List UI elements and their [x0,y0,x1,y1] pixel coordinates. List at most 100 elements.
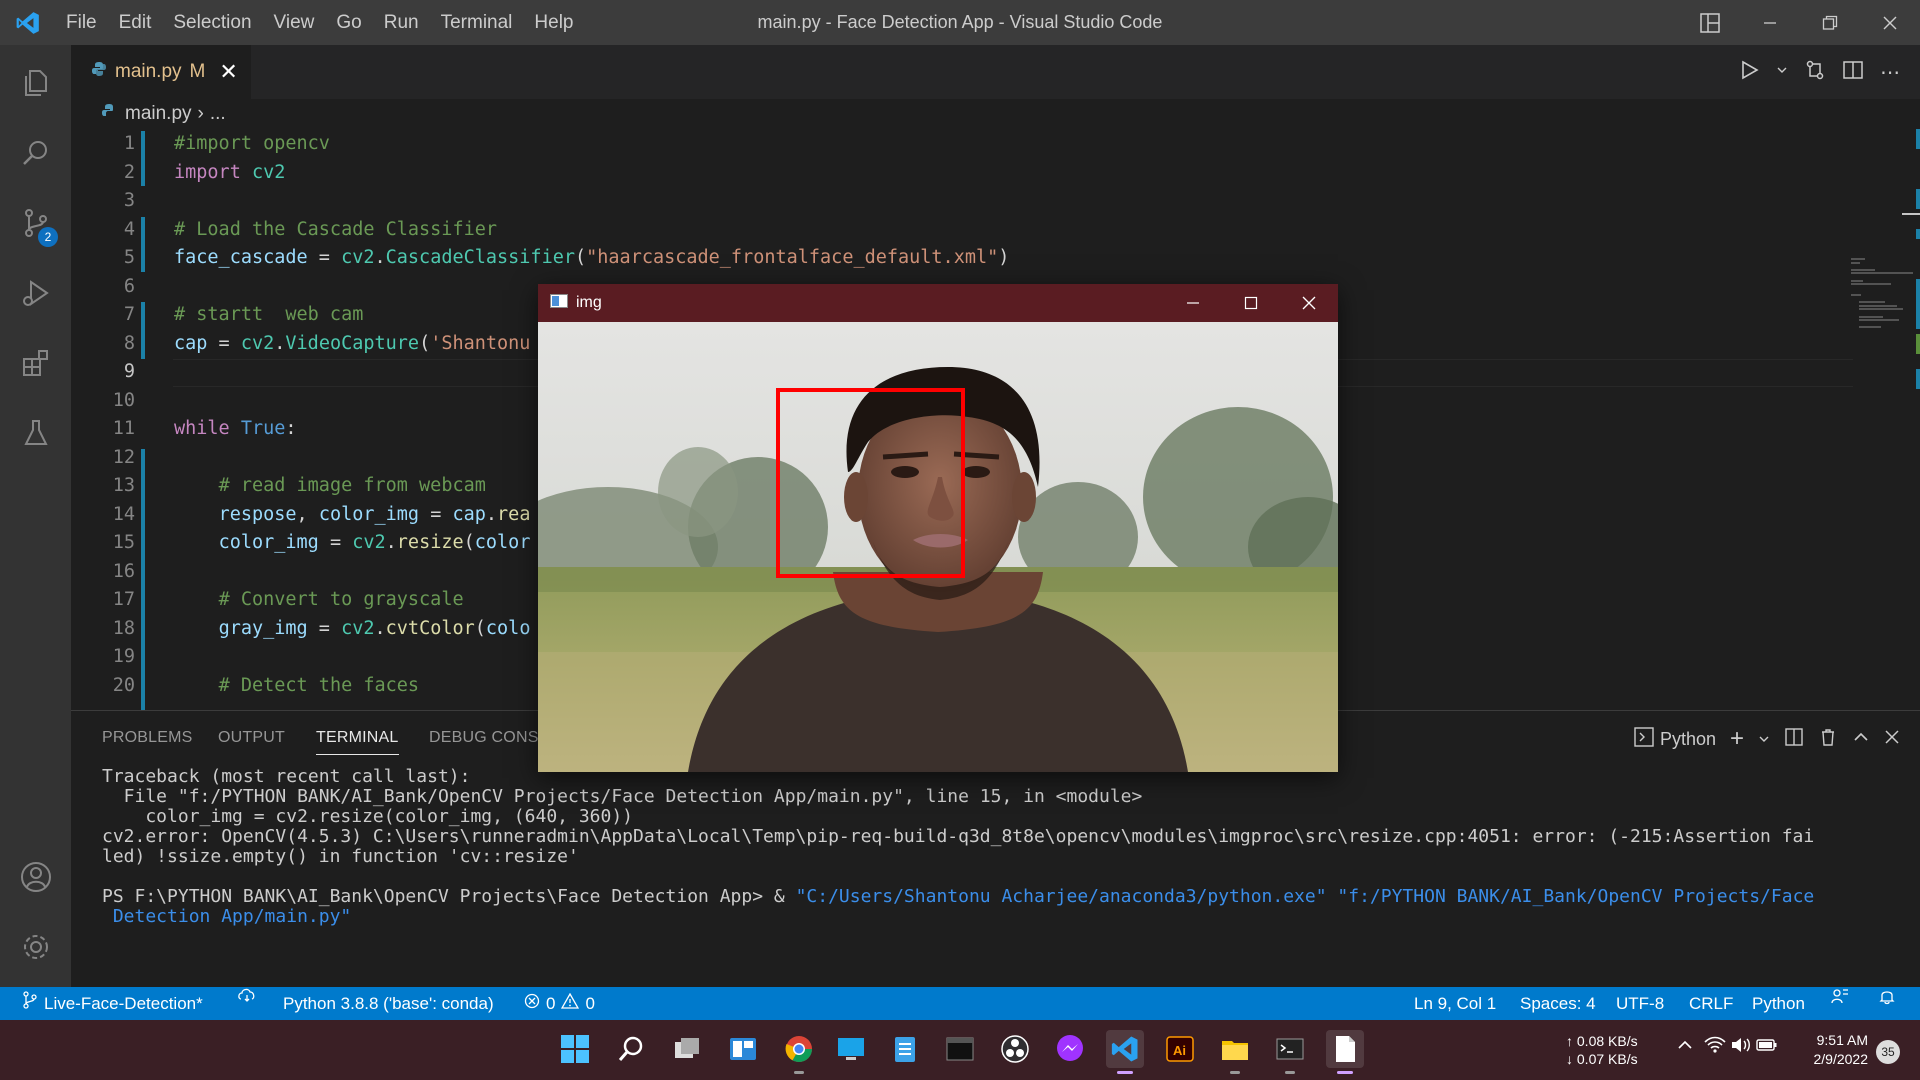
search-icon[interactable] [0,123,71,183]
breadcrumb-chevron-icon: › [197,103,204,124]
tab-output[interactable]: OUTPUT [218,729,285,747]
line-number: 5 [123,247,135,268]
close-window-button[interactable] [1860,0,1920,45]
cmd-icon[interactable] [1271,1030,1309,1074]
feedback-icon[interactable] [1830,987,1850,1005]
terminal-shell-name[interactable]: Python [1660,729,1716,750]
git-branch-item[interactable]: Live-Face-Detection* [22,987,203,1020]
clock[interactable]: 9:51 AM 2/9/2022 [1792,1031,1869,1069]
line-number: 9 [123,361,135,382]
tab-main-py[interactable]: main.py M ✕ [71,45,251,99]
image-minimize-button[interactable] [1164,284,1222,322]
new-terminal-icon[interactable]: + [1730,725,1744,753]
problems-status[interactable]: 0 0 [524,987,595,1020]
notifications-bell-icon[interactable] [1878,987,1896,1005]
kill-terminal-trash-icon[interactable] [1818,727,1838,752]
task-view-icon[interactable] [668,1030,706,1068]
accounts-icon[interactable] [0,847,71,907]
testing-icon[interactable] [0,403,71,463]
tab-problems[interactable]: PROBLEMS [102,729,193,747]
menu-terminal[interactable]: Terminal [430,0,524,45]
image-window-titlebar[interactable]: img [538,284,1338,322]
explorer-icon[interactable] [0,53,71,113]
close-tab-icon[interactable]: ✕ [219,59,237,85]
open-changes-icon[interactable] [1804,59,1826,86]
code-token: cap [174,332,208,354]
windows-start-icon[interactable] [556,1030,594,1068]
tab-terminal[interactable]: TERMINAL [316,729,399,755]
run-debug-icon[interactable] [0,263,71,323]
manage-gear-icon[interactable] [0,917,71,977]
code-token: while [174,418,230,439]
code-text: cap = cv2.VideoCapture('Shantonu [174,330,530,359]
code-token: gray_img [218,617,308,639]
python-interpreter[interactable]: Python 3.8.8 ('base': conda) [283,987,494,1020]
image-maximize-button[interactable] [1222,284,1280,322]
wifi-icon[interactable] [1704,1036,1726,1057]
battery-icon[interactable] [1756,1036,1778,1057]
vscode-taskbar-icon[interactable] [1106,1030,1144,1074]
minimize-button[interactable] [1740,0,1800,45]
code-token: cv2 [352,532,386,553]
end-of-line[interactable]: CRLF [1689,987,1733,1020]
language-mode[interactable]: Python [1752,987,1805,1020]
code-text: color_img = cv2.resize(color [174,529,531,558]
cursor-position[interactable]: Ln 9, Col 1 [1414,987,1496,1020]
split-editor-icon[interactable] [1842,59,1864,86]
more-actions-icon[interactable]: ⋯ [1880,60,1900,85]
extensions-icon[interactable] [0,333,71,393]
source-control-icon[interactable]: 2 [0,193,71,253]
menu-selection[interactable]: Selection [162,0,262,45]
taskbar-search-icon[interactable] [612,1030,650,1068]
menu-view[interactable]: View [263,0,326,45]
code-token: 'Shantonu [430,332,531,354]
menu-go[interactable]: Go [325,0,372,45]
sync-icon[interactable] [237,987,257,1003]
run-dropdown-icon[interactable] [1776,63,1788,81]
code-token: #import opencv [174,133,330,154]
git-branch-icon [22,987,38,1020]
obs-icon[interactable] [996,1030,1034,1068]
notification-count-badge[interactable]: 35 [1876,1040,1900,1064]
run-python-file-icon[interactable] [1738,59,1760,86]
menu-file[interactable]: File [55,0,108,45]
chrome-icon[interactable] [780,1030,818,1074]
widgets-icon[interactable] [724,1030,762,1068]
close-panel-icon[interactable] [1884,729,1900,750]
breadcrumb-file[interactable]: main.py [125,103,192,125]
messenger-icon[interactable] [1051,1030,1089,1068]
illustrator-icon[interactable]: Ai [1161,1030,1199,1068]
customize-layout-icon[interactable] [1680,0,1740,45]
menu-run[interactable]: Run [373,0,430,45]
code-line: 2 import cv2 [71,159,1751,188]
code-token: : [285,418,297,439]
split-terminal-icon[interactable] [1784,727,1804,752]
maximize-panel-icon[interactable] [1852,728,1870,751]
menu-help[interactable]: Help [523,0,584,45]
warning-count: 0 [585,994,595,1013]
indentation[interactable]: Spaces: 4 [1520,987,1596,1020]
code-token: . [374,617,386,639]
code-token: . [274,332,286,354]
volume-icon[interactable] [1730,1036,1752,1057]
opencv-image-window[interactable]: img [538,284,1338,772]
image-close-button[interactable] [1280,284,1338,322]
breadcrumb-symbols[interactable]: ... [210,103,226,125]
file-explorer-icon[interactable] [1216,1030,1254,1074]
menu-edit[interactable]: Edit [108,0,163,45]
terminal-dropdown-icon[interactable] [1758,729,1770,750]
restore-button[interactable] [1800,0,1860,45]
show-hidden-icons-chevron-icon[interactable] [1677,1038,1693,1055]
encoding[interactable]: UTF-8 [1616,987,1664,1020]
terminal-output[interactable]: Traceback (most recent call last): File … [102,767,1912,927]
terminal-app-icon[interactable] [941,1030,979,1068]
code-token: ( [575,247,587,268]
line-number: 7 [123,304,135,325]
tab-debug-console[interactable]: DEBUG CONSO [429,729,551,747]
file-document-icon[interactable] [1326,1030,1364,1074]
remote-desktop-icon[interactable] [832,1030,870,1068]
minimap-line [1859,301,1885,304]
overview-ruler[interactable] [1902,129,1920,710]
notepad-icon[interactable] [886,1030,924,1068]
